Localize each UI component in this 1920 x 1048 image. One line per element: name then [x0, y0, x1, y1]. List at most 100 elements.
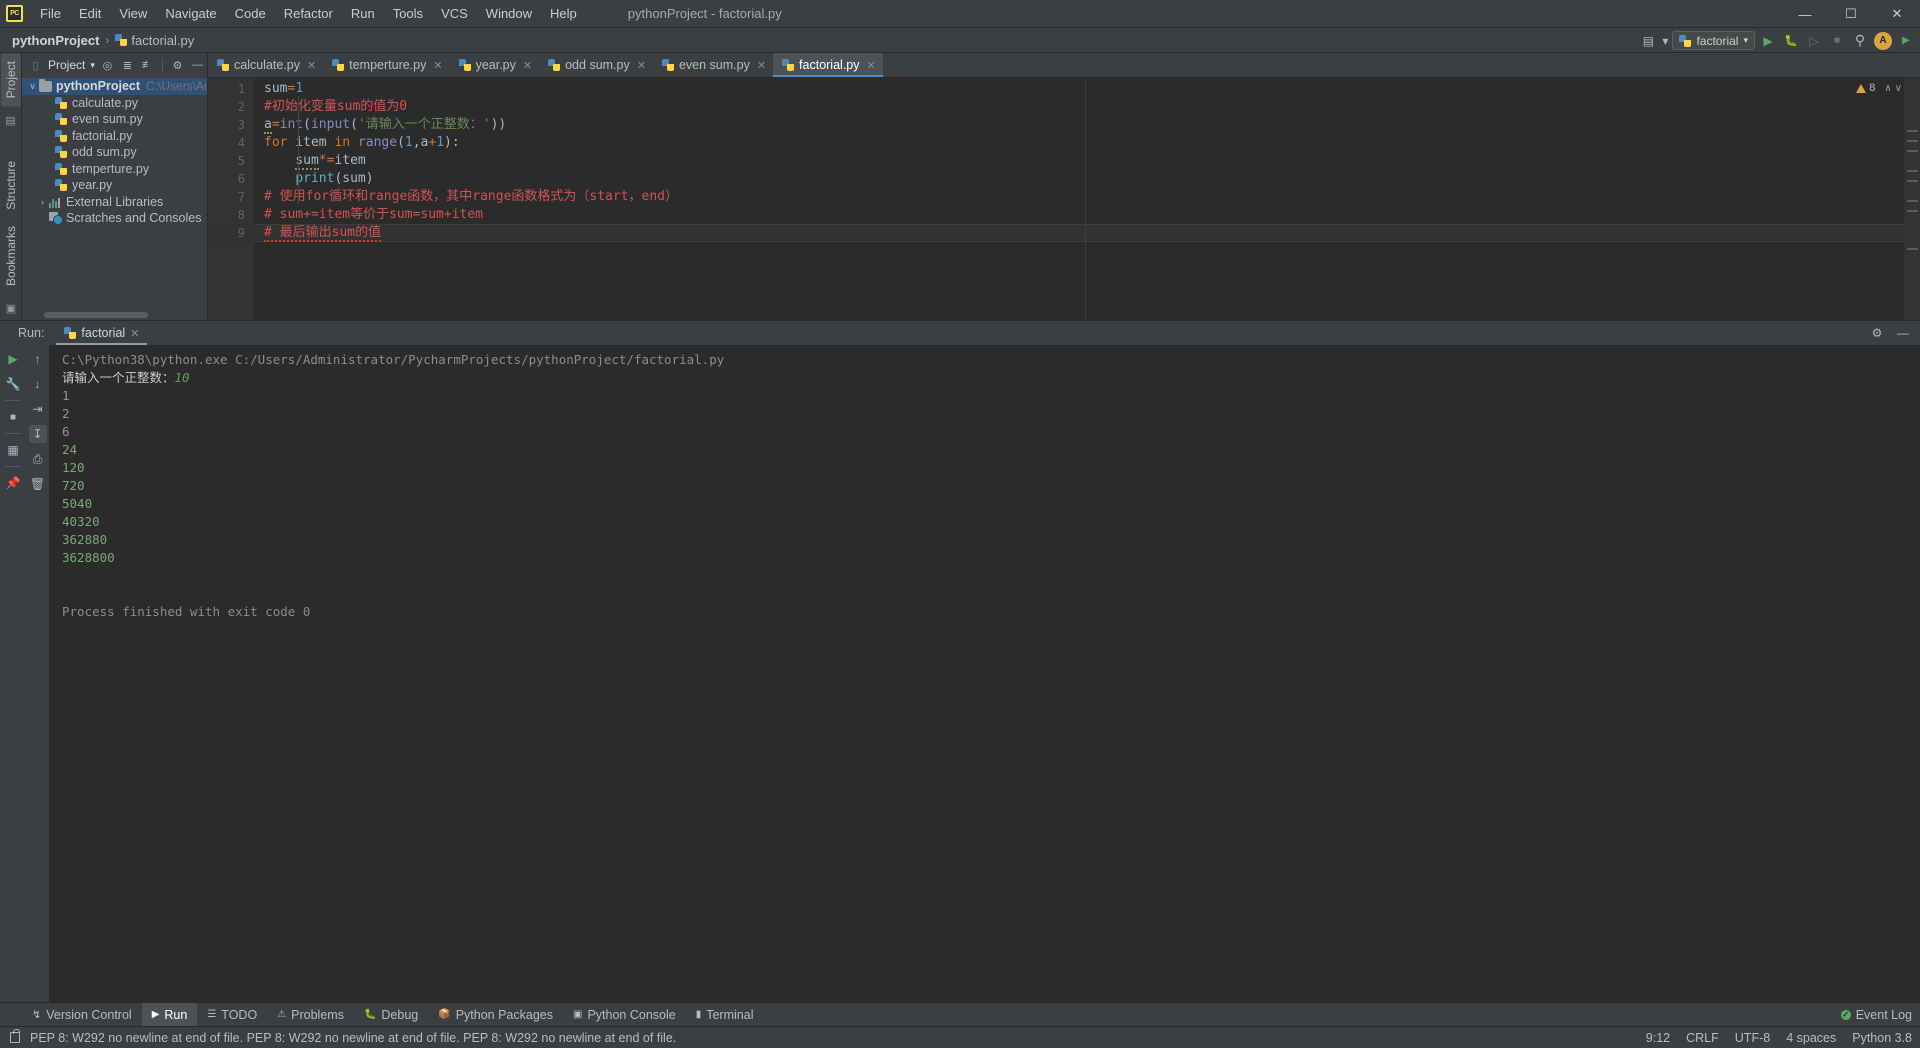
close-icon[interactable]: ✕	[523, 59, 532, 72]
menu-window[interactable]: Window	[477, 3, 541, 24]
file-encoding[interactable]: UTF-8	[1735, 1031, 1770, 1045]
error-stripe-mark[interactable]	[1907, 130, 1918, 132]
breadcrumb-file[interactable]: factorial.py	[115, 33, 194, 48]
debug-button[interactable]: 🐛	[1781, 31, 1801, 51]
error-stripe-mark[interactable]	[1907, 180, 1918, 182]
line-separator[interactable]: CRLF	[1686, 1031, 1719, 1045]
stop-icon[interactable]: ■	[4, 408, 22, 426]
menu-help[interactable]: Help	[541, 3, 586, 24]
error-stripe-mark[interactable]	[1907, 140, 1918, 142]
toolwindow-python-console[interactable]: ▣ Python Console	[563, 1003, 686, 1027]
bookmarks-icon[interactable]: ▣	[3, 300, 19, 316]
close-icon[interactable]: ✕	[433, 59, 442, 72]
menu-view[interactable]: View	[110, 3, 156, 24]
scroll-to-end-icon[interactable]: ↧	[28, 425, 47, 443]
editor-tab-temperture[interactable]: temperture.py ✕	[323, 53, 449, 77]
prev-problem-icon[interactable]: ∧	[1884, 83, 1891, 94]
error-stripe-mark[interactable]	[1907, 150, 1918, 152]
stop-button[interactable]: ■	[1827, 31, 1847, 51]
close-icon[interactable]: ✕	[637, 59, 646, 72]
close-button[interactable]: ✕	[1874, 0, 1920, 28]
close-icon[interactable]: ✕	[757, 59, 766, 72]
toolwindow-run[interactable]: ▶ Run	[141, 1002, 198, 1027]
hide-panel-icon[interactable]: —	[1894, 324, 1912, 342]
layout-icon[interactable]: ▦	[4, 441, 22, 459]
down-arrow-icon[interactable]: ↓	[29, 375, 47, 393]
tree-node-scratches[interactable]: Scratches and Consoles	[22, 210, 207, 227]
tree-node-root[interactable]: ∨ pythonProject C:\Users\Admini	[22, 78, 207, 95]
layout-caret-icon[interactable]: ▾	[1661, 31, 1669, 51]
minimize-button[interactable]: —	[1782, 0, 1828, 28]
run-configuration-selector[interactable]: factorial ▾	[1672, 31, 1755, 50]
error-stripe-mark[interactable]	[1907, 200, 1918, 202]
inspection-widget[interactable]: 8 ∧ ∨	[1856, 82, 1902, 94]
menu-navigate[interactable]: Navigate	[156, 3, 225, 24]
collapse-all-icon[interactable]: ≢	[140, 58, 155, 73]
editor-tab-even-sum[interactable]: even sum.py ✕	[653, 53, 773, 77]
gear-icon[interactable]: ⚙	[1868, 324, 1886, 342]
menu-edit[interactable]: Edit	[70, 3, 110, 24]
up-arrow-icon[interactable]: ↑	[29, 350, 47, 368]
editor-tab-calculate[interactable]: calculate.py ✕	[208, 53, 323, 77]
editor-tab-factorial[interactable]: factorial.py ✕	[773, 53, 883, 77]
toolwindow-todo[interactable]: ☰ TODO	[197, 1003, 267, 1027]
close-icon[interactable]: ✕	[307, 59, 316, 72]
toolwindow-problems[interactable]: ⚠ Problems	[267, 1003, 354, 1027]
tree-node-file-even-sum[interactable]: even sum.py	[22, 111, 207, 128]
rerun-icon[interactable]: ▶	[4, 350, 22, 368]
menu-file[interactable]: File	[31, 3, 70, 24]
updates-icon[interactable]: ▶	[1896, 31, 1916, 51]
tree-node-file-year[interactable]: year.py	[22, 177, 207, 194]
editor-right-gutter[interactable]	[1904, 78, 1920, 320]
soft-wrap-icon[interactable]: ⇥	[29, 400, 47, 418]
maximize-button[interactable]: ☐	[1828, 0, 1874, 28]
tree-node-file-calculate[interactable]: calculate.py	[22, 95, 207, 112]
hide-panel-icon[interactable]: —	[190, 58, 205, 73]
sidebar-tab-structure[interactable]: Structure	[1, 153, 21, 218]
toolwindow-debug[interactable]: 🐛 Debug	[354, 1003, 428, 1027]
code-content[interactable]: sum=1 #初始化变量sum的值为0 a=int(input('请输入一个正整…	[254, 78, 1904, 320]
console-output[interactable]: C:\Python38\python.exe C:/Users/Administ…	[50, 345, 1920, 1002]
chevron-right-icon[interactable]: ›	[36, 197, 49, 207]
breadcrumb-project[interactable]: pythonProject	[12, 33, 99, 48]
menu-tools[interactable]: Tools	[384, 3, 432, 24]
sidebar-tab-bookmarks[interactable]: Bookmarks	[1, 218, 21, 294]
run-tab-factorial[interactable]: factorial ✕	[56, 321, 148, 345]
toolwindow-terminal[interactable]: ▮ Terminal	[686, 1003, 764, 1027]
commit-icon[interactable]: ▤	[3, 112, 19, 128]
gear-icon[interactable]: ⚙	[170, 58, 185, 73]
expand-all-icon[interactable]: ≣	[120, 58, 135, 73]
layout-selector-icon[interactable]: ▤	[1638, 31, 1658, 51]
python-interpreter[interactable]: Python 3.8	[1852, 1031, 1912, 1045]
tree-node-file-temperture[interactable]: temperture.py	[22, 161, 207, 178]
project-panel-caret-icon[interactable]: ▾	[90, 60, 95, 71]
locate-icon[interactable]: ◎	[100, 58, 115, 73]
close-icon[interactable]: ✕	[130, 327, 139, 340]
menu-vcs[interactable]: VCS	[432, 3, 477, 24]
sidebar-tab-project[interactable]: Project	[0, 53, 21, 107]
toolwindow-python-packages[interactable]: 📦 Python Packages	[428, 1003, 563, 1027]
tree-node-file-factorial[interactable]: factorial.py	[22, 128, 207, 145]
indent-setting[interactable]: 4 spaces	[1786, 1031, 1836, 1045]
error-stripe-mark[interactable]	[1907, 210, 1918, 212]
tree-node-external-libraries[interactable]: › External Libraries	[22, 194, 207, 211]
print-icon[interactable]: ⎙	[29, 450, 47, 468]
search-everywhere-icon[interactable]: ⚲	[1850, 31, 1870, 51]
next-problem-icon[interactable]: ∨	[1895, 83, 1902, 94]
chevron-down-icon[interactable]: ∨	[26, 81, 39, 92]
error-stripe-mark[interactable]	[1907, 170, 1918, 172]
run-button[interactable]: ▶	[1758, 31, 1778, 51]
toolwindow-version-control[interactable]: ↯ Version Control	[22, 1003, 142, 1027]
caret-position[interactable]: 9:12	[1646, 1031, 1670, 1045]
editor-tab-odd-sum[interactable]: odd sum.py ✕	[539, 53, 653, 77]
editor-tab-year[interactable]: year.py ✕	[450, 53, 540, 77]
menu-refactor[interactable]: Refactor	[275, 3, 342, 24]
error-stripe-mark[interactable]	[1907, 248, 1918, 250]
settings-icon[interactable]: 🔧	[4, 375, 22, 393]
tree-node-file-odd-sum[interactable]: odd sum.py	[22, 144, 207, 161]
account-avatar[interactable]: A	[1873, 31, 1893, 51]
menu-run[interactable]: Run	[342, 3, 384, 24]
run-with-coverage-button[interactable]: ▷	[1804, 31, 1824, 51]
project-panel-hscrollbar[interactable]	[22, 311, 207, 320]
close-icon[interactable]: ✕	[867, 59, 876, 72]
